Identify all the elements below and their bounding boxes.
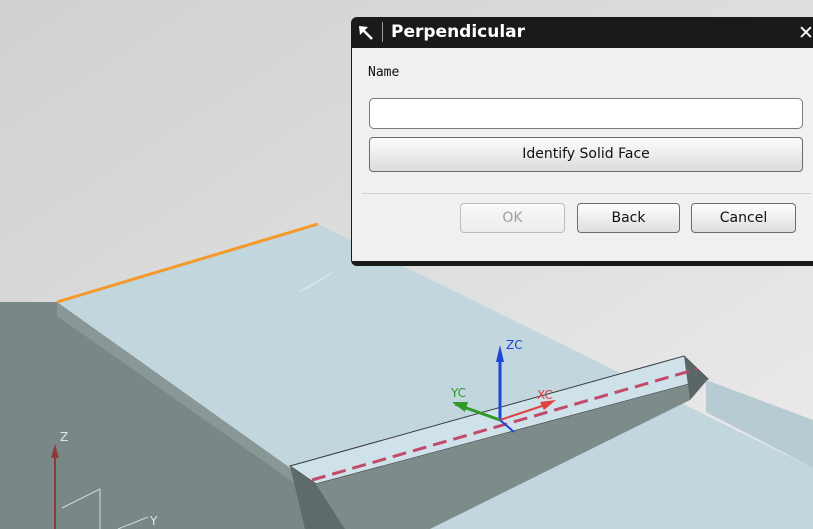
pin-icon[interactable] xyxy=(357,24,375,42)
name-label: Name xyxy=(368,65,400,80)
name-input[interactable] xyxy=(369,98,803,129)
ok-button[interactable]: OK xyxy=(460,203,565,233)
close-icon[interactable]: ✕ xyxy=(798,23,813,43)
cancel-button[interactable]: Cancel xyxy=(691,203,796,233)
dialog-titlebar[interactable]: Perpendicular ✕ xyxy=(351,17,813,48)
xc-label: XC xyxy=(537,388,553,402)
abs-z-label: Z xyxy=(60,430,68,444)
zc-label: ZC xyxy=(506,338,523,352)
identify-solid-face-button[interactable]: Identify Solid Face xyxy=(369,137,803,172)
title-separator xyxy=(382,22,383,42)
perpendicular-dialog: Perpendicular ✕ Name Identify Solid Face… xyxy=(351,17,813,266)
dialog-body: Name Identify Solid Face OK Back Cancel xyxy=(352,48,813,261)
dialog-divider xyxy=(362,193,811,194)
dialog-title: Perpendicular xyxy=(391,22,526,42)
back-button[interactable]: Back xyxy=(577,203,680,233)
abs-y-label: Y xyxy=(149,514,158,528)
yc-label: YC xyxy=(450,386,466,400)
